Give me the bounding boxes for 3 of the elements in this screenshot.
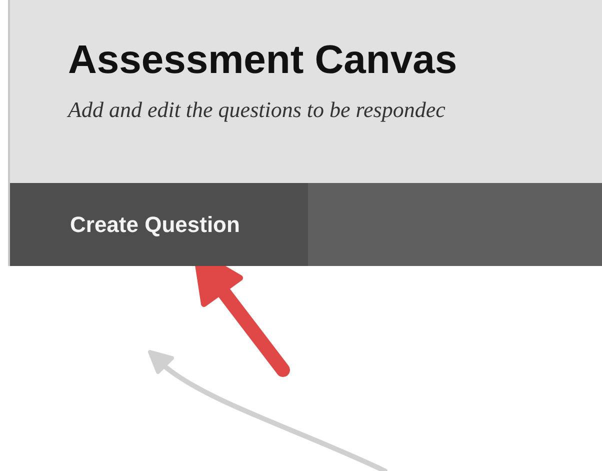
page-title: Assessment Canvas	[68, 38, 458, 83]
create-question-button[interactable]: Create Question	[8, 183, 308, 266]
page-subtitle: Add and edit the questions to be respondec	[68, 97, 446, 123]
